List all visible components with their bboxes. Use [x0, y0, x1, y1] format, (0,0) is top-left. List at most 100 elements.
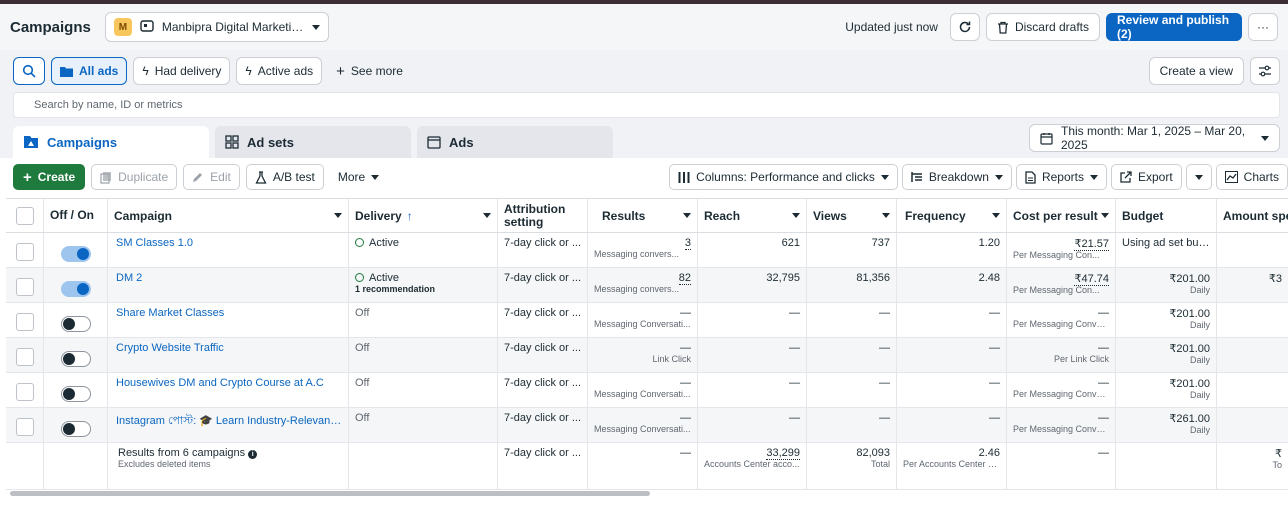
see-more-button[interactable]: + See more — [328, 63, 411, 80]
campaign-toggle[interactable] — [60, 281, 91, 297]
col-frequency[interactable]: Frequency — [897, 199, 1007, 232]
delivery-status: Active — [369, 237, 399, 249]
campaign-toggle[interactable] — [60, 351, 91, 367]
search-icon — [22, 64, 36, 78]
campaign-name-link[interactable]: Instagram পোস্ট: 🎓 Learn Industry-Releva… — [116, 412, 342, 431]
table-row[interactable]: Share Market Classes Off 7-day click or ..… — [6, 303, 1288, 338]
col-reach[interactable]: Reach — [698, 199, 807, 232]
col-delivery[interactable]: Delivery ↑ — [349, 199, 498, 232]
search-input[interactable]: Search by name, ID or metrics — [13, 92, 1280, 118]
select-all-checkbox[interactable] — [15, 206, 34, 225]
table-header-row: Off / On Campaign Delivery ↑ Attribution … — [6, 198, 1288, 233]
filter-all-ads[interactable]: All ads — [51, 57, 128, 85]
breakdown-icon — [911, 172, 922, 182]
tab-campaigns[interactable]: Campaigns — [13, 126, 209, 158]
toggle-knob — [62, 423, 75, 435]
export-options-button[interactable] — [1185, 164, 1212, 190]
row-checkbox[interactable] — [15, 278, 34, 296]
filter-had-delivery[interactable]: ϟ Had delivery — [133, 57, 231, 85]
recommendation-link[interactable]: 1 recommendation — [355, 284, 491, 294]
row-checkbox[interactable] — [15, 348, 34, 366]
account-icon — [140, 19, 154, 35]
columns-icon — [678, 171, 690, 183]
horizontal-scrollbar[interactable] — [10, 491, 650, 496]
export-button[interactable]: Export — [1110, 164, 1182, 190]
campaign-name-link[interactable]: SM Classes 1.0 — [116, 237, 342, 249]
chevron-down-icon — [792, 213, 800, 218]
cost-sub: Per Messaging Conver... — [1013, 319, 1109, 329]
more-menu-button[interactable]: More — [330, 170, 387, 184]
date-range-picker[interactable]: This month: Mar 1, 2025 – Mar 20, 2025 — [1029, 124, 1280, 152]
duplicate-button[interactable]: Duplicate — [91, 164, 178, 190]
campaign-name-link[interactable]: Share Market Classes — [116, 307, 342, 319]
budget-cell: ₹201.00 Daily — [1116, 268, 1217, 302]
col-views[interactable]: Views — [807, 199, 897, 232]
ab-test-button[interactable]: A/B test — [245, 164, 324, 190]
totals-views-cell: 82,093 Total — [807, 443, 897, 489]
columns-button[interactable]: Columns: Performance and clicks — [669, 164, 898, 190]
refresh-button[interactable] — [949, 13, 980, 41]
budget-sub: Daily — [1189, 425, 1210, 435]
breakdown-button[interactable]: Breakdown — [901, 164, 1012, 190]
row-checkbox[interactable] — [15, 243, 34, 261]
table-body: SM Classes 1.0 Active 7-day click or ... 3 M… — [6, 233, 1288, 443]
results-value: 82 — [678, 272, 691, 285]
create-view-button[interactable]: Create a view — [1148, 57, 1244, 85]
results-cell: — Messaging Conversati... — [588, 373, 698, 407]
table-row[interactable]: SM Classes 1.0 Active 7-day click or ... 3 M… — [6, 233, 1288, 268]
campaign-name-link[interactable]: Housewives DM and Crypto Course at A.C — [116, 377, 342, 389]
campaign-name-link[interactable]: DM 2 — [116, 272, 342, 284]
col-toggle[interactable]: Off / On — [44, 199, 108, 232]
flask-icon — [255, 170, 267, 184]
delivery-status: Off — [355, 377, 370, 389]
col-attribution[interactable]: Attribution setting — [498, 199, 588, 232]
campaign-toggle[interactable] — [60, 316, 91, 332]
charts-button[interactable]: Charts — [1215, 164, 1288, 190]
cost-cell: — Per Messaging Conver... — [1007, 408, 1116, 442]
table-row[interactable]: Housewives DM and Crypto Course at A.C Of… — [6, 373, 1288, 408]
frequency-cell: 1.20 — [897, 233, 1007, 267]
table-row[interactable]: Crypto Website Traffic Off 7-day click or … — [6, 338, 1288, 373]
table-row[interactable]: DM 2 Active 1 recommendation 7-day click or… — [6, 268, 1288, 303]
campaign-toggle[interactable] — [60, 246, 91, 262]
frequency-cell: — — [897, 408, 1007, 442]
row-checkbox[interactable] — [15, 383, 34, 401]
reports-button[interactable]: Reports — [1015, 164, 1107, 190]
tab-adsets[interactable]: Ad sets — [215, 126, 411, 158]
ab-test-label: A/B test — [272, 170, 315, 184]
page-title: Campaigns — [10, 18, 91, 36]
table-row[interactable]: Instagram পোস্ট: 🎓 Learn Industry-Releva… — [6, 408, 1288, 443]
col-delivery-label: Delivery — [355, 208, 402, 223]
review-publish-button[interactable]: Review and publish (2) — [1106, 13, 1242, 41]
budget-value: ₹201.00 — [1169, 378, 1210, 390]
campaign-toggle[interactable] — [60, 386, 91, 402]
row-checkbox[interactable] — [15, 418, 34, 436]
campaign-name-link[interactable]: Crypto Website Traffic — [116, 342, 342, 354]
col-campaign[interactable]: Campaign — [108, 199, 349, 232]
col-budget[interactable]: Budget — [1116, 199, 1217, 232]
campaign-toggle[interactable] — [60, 421, 91, 437]
breakdown-label: Breakdown — [928, 170, 989, 184]
tab-campaigns-label: Campaigns — [47, 134, 118, 150]
tab-ads[interactable]: Ads — [417, 126, 613, 158]
row-checkbox[interactable] — [15, 313, 34, 331]
frequency-cell: 2.48 — [897, 268, 1007, 302]
view-settings-button[interactable] — [1250, 57, 1280, 85]
col-results[interactable]: Results — [588, 199, 698, 232]
create-button[interactable]: + Create — [13, 164, 86, 190]
results-value: — — [680, 307, 691, 319]
results-sub: Messaging Conversati... — [594, 319, 691, 329]
more-options-button[interactable]: ··· — [1248, 13, 1278, 41]
search-toggle-button[interactable] — [13, 57, 45, 85]
col-cost[interactable]: Cost per result — [1007, 199, 1116, 232]
totals-reach-sub: Accounts Center acco... — [704, 459, 800, 469]
discard-drafts-button[interactable]: Discard drafts — [985, 13, 1100, 41]
col-amount-spent[interactable]: Amount spe — [1217, 199, 1288, 232]
delivery-cell: Off — [349, 373, 498, 407]
filter-active-ads[interactable]: ϟ Active ads — [236, 57, 323, 85]
frequency-cell: — — [897, 338, 1007, 372]
attribution-cell: 7-day click or ... — [498, 303, 588, 337]
account-selector[interactable]: M Manbipra Digital Marketin... — [104, 12, 329, 42]
views-cell: — — [807, 373, 897, 407]
edit-button[interactable]: Edit — [183, 164, 240, 190]
